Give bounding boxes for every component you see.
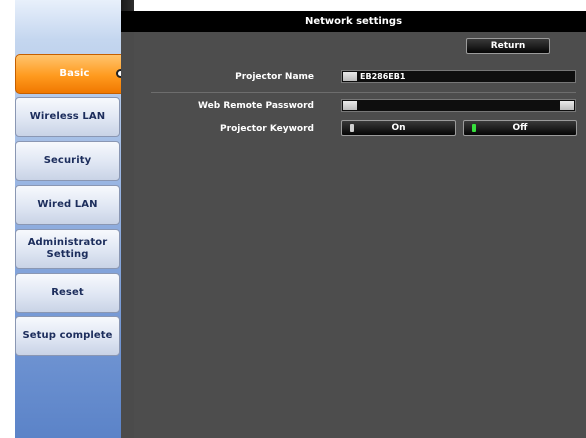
keyword-on-option[interactable]: On: [341, 120, 456, 136]
sidebar-item-label: Reset: [51, 287, 84, 298]
sidebar-item-basic[interactable]: Basic: [15, 54, 134, 94]
projector-name-label: Projector Name: [235, 72, 314, 82]
projector-name-field[interactable]: EB286EB1: [341, 70, 576, 83]
field-cap-right: [560, 101, 574, 110]
projector-name-value: EB286EB1: [360, 72, 406, 81]
page-title: Network settings: [304, 16, 403, 27]
sidebar-item-wired-lan[interactable]: Wired LAN: [15, 185, 120, 225]
radio-indicator-icon: [350, 124, 354, 132]
sidebar-item-label: Basic: [59, 68, 90, 79]
projector-keyword-label: Projector Keyword: [220, 124, 314, 134]
sidebar-item-label: Wired LAN: [37, 199, 98, 210]
divider: [151, 92, 576, 93]
sidebar-item-setup-complete[interactable]: Setup complete: [15, 316, 120, 356]
web-remote-password-label: Web Remote Password: [198, 101, 314, 111]
field-cap-left: [343, 72, 357, 81]
field-cap-left: [343, 101, 357, 110]
sidebar-item-label: Wireless LAN: [29, 111, 106, 122]
sidebar-item-label: Administrator Setting: [27, 237, 108, 260]
sidebar-item-label: Setup complete: [22, 330, 113, 341]
sidebar-item-security[interactable]: Security: [15, 141, 120, 181]
network-settings-screen: Basic Wireless LAN Security Wired LAN Ad…: [0, 0, 586, 438]
keyword-on-label: On: [391, 123, 406, 133]
web-remote-password-field[interactable]: [341, 99, 576, 112]
sidebar-item-reset[interactable]: Reset: [15, 273, 120, 313]
sidebar-item-label: Security: [43, 155, 92, 166]
keyword-off-option[interactable]: Off: [463, 120, 577, 136]
sidebar-item-wireless-lan[interactable]: Wireless LAN: [15, 97, 120, 137]
sidebar-item-administrator-setting[interactable]: Administrator Setting: [15, 229, 120, 269]
return-button[interactable]: Return: [466, 38, 550, 54]
radio-indicator-icon: [472, 124, 476, 132]
keyword-off-label: Off: [512, 123, 528, 133]
